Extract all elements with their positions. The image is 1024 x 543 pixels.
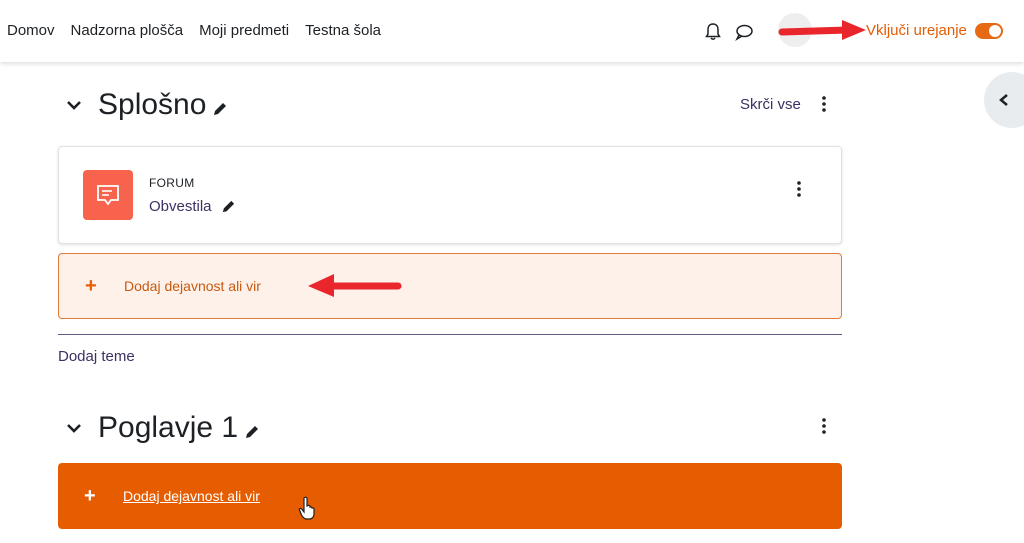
annotation-arrow-icon	[778, 20, 866, 40]
kebab-menu-icon[interactable]	[796, 181, 802, 197]
section-divider	[58, 334, 842, 335]
edit-mode-toggle[interactable]: Vključi urejanje	[866, 22, 1003, 39]
kebab-menu-icon[interactable]	[821, 418, 827, 434]
forum-icon	[97, 185, 119, 206]
activity-card-forum: FORUM Obvestila	[58, 146, 842, 244]
add-topics-link[interactable]: Dodaj teme	[58, 348, 135, 365]
hand-cursor-icon	[298, 496, 315, 520]
annotation-arrow-icon	[308, 274, 402, 297]
nav-link-home[interactable]: Domov	[7, 22, 55, 39]
section-title: Splošno	[98, 88, 207, 121]
nav-link-my-courses[interactable]: Moji predmeti	[199, 22, 289, 39]
nav-link-dashboard[interactable]: Nadzorna plošča	[71, 22, 184, 39]
section-general-header: Splošno	[64, 88, 228, 122]
chevron-left-icon	[999, 94, 1008, 106]
section-chapter-1-header: Poglavje 1	[64, 411, 260, 445]
add-activity-label: Dodaj dejavnost ali vir	[123, 488, 260, 504]
section-title: Poglavje 1	[98, 411, 239, 444]
plus-icon: +	[85, 274, 97, 297]
chevron-down-icon[interactable]	[64, 95, 84, 115]
nav-link-test-school[interactable]: Testna šola	[305, 22, 381, 39]
bell-icon[interactable]	[703, 22, 723, 42]
forum-activity-icon	[83, 170, 133, 220]
kebab-menu-icon[interactable]	[821, 96, 827, 112]
pencil-icon[interactable]	[221, 199, 236, 214]
collapse-all-link[interactable]: Skrči vse	[740, 96, 801, 113]
add-activity-button[interactable]: + Dodaj dejavnost ali vir	[58, 253, 842, 319]
primary-navigation: Domov Nadzorna plošča Moji predmeti Test…	[7, 22, 397, 39]
activity-type-label: FORUM	[149, 176, 195, 190]
activity-name-link[interactable]: Obvestila	[149, 198, 212, 215]
chat-icon[interactable]	[734, 22, 754, 42]
pencil-icon[interactable]	[212, 101, 228, 117]
chevron-down-icon[interactable]	[64, 418, 84, 438]
edit-mode-switch[interactable]	[974, 22, 1003, 39]
edit-mode-label: Vključi urejanje	[866, 22, 967, 39]
plus-icon: +	[84, 484, 96, 507]
top-navbar: Domov Nadzorna plošča Moji predmeti Test…	[0, 0, 1024, 62]
open-drawer-button[interactable]	[984, 72, 1024, 128]
pencil-icon[interactable]	[244, 424, 260, 440]
add-activity-label: Dodaj dejavnost ali vir	[124, 278, 261, 294]
add-activity-button-hovered[interactable]: + Dodaj dejavnost ali vir	[58, 463, 842, 529]
